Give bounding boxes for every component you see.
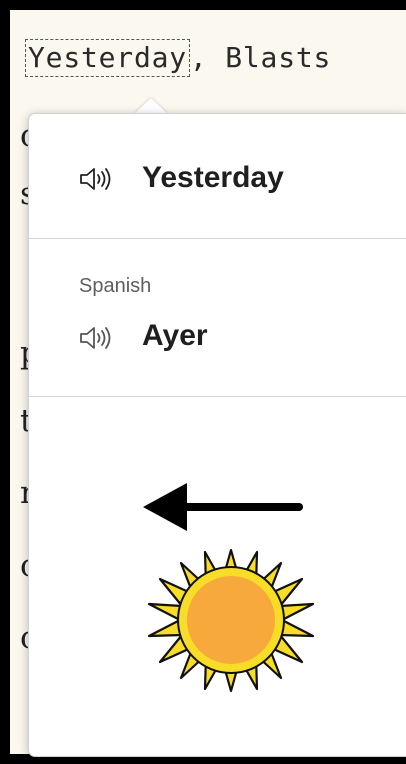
- speaker-icon: [80, 168, 111, 190]
- popup-pointer: [134, 98, 168, 114]
- document-text-line: Yesterday, Blasts: [25, 39, 332, 77]
- translation-section: Spanish Ayer: [29, 238, 406, 397]
- source-word: Yesterday: [142, 161, 284, 194]
- yesterday-illustration: [143, 483, 315, 693]
- document-following-text: , Blasts: [189, 41, 332, 74]
- translation-word: Ayer: [142, 319, 208, 352]
- translation-popup: Yesterday Spanish Ayer: [28, 113, 406, 757]
- target-language-label: Spanish: [79, 275, 152, 297]
- source-word-section: Yesterday: [29, 114, 406, 238]
- source-speaker-button[interactable]: [77, 164, 114, 194]
- selected-word[interactable]: Yesterday: [25, 39, 190, 77]
- speaker-icon: [80, 327, 111, 349]
- sun-icon: [147, 548, 315, 693]
- picture-section: [29, 396, 406, 756]
- screen: Yesterday, Blasts c s p t r c c Yesterda…: [0, 0, 406, 764]
- left-arrow-icon: [143, 483, 303, 531]
- translation-speaker-button[interactable]: [77, 323, 114, 353]
